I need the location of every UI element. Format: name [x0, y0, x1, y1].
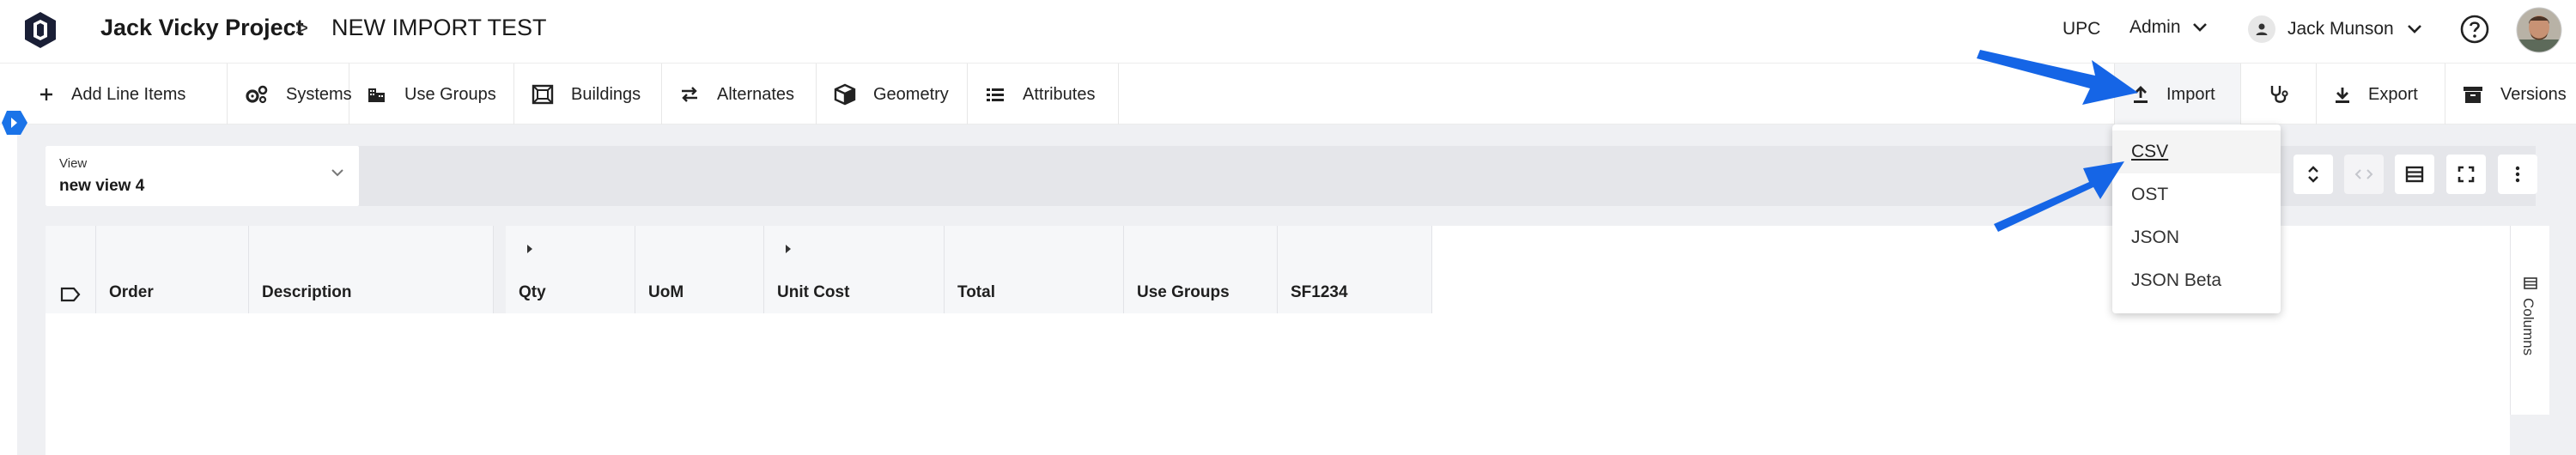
import-option-json[interactable]: JSON: [2112, 216, 2281, 259]
role-dropdown[interactable]: Admin: [2129, 17, 2208, 38]
geometry-label: Geometry: [873, 84, 949, 104]
attributes-button[interactable]: Attributes: [968, 64, 1119, 125]
app-logo-icon[interactable]: [19, 9, 62, 52]
use-groups-button[interactable]: Use Groups: [349, 64, 514, 125]
unfold-icon: [2308, 166, 2318, 183]
import-label: Import: [2166, 84, 2215, 104]
view-label: View: [59, 156, 88, 171]
gears-icon: [246, 85, 268, 104]
stethoscope-icon: [2270, 86, 2288, 103]
more-vertical-icon: [2515, 166, 2520, 183]
fullscreen-icon: [2458, 166, 2475, 183]
plus-icon: [40, 88, 52, 100]
column-label-qty: Qty: [519, 283, 546, 301]
column-header-sf1234[interactable]: SF1234: [1278, 226, 1432, 313]
archive-icon: [2464, 87, 2482, 103]
download-icon: [2336, 88, 2349, 103]
export-label: Export: [2368, 84, 2418, 104]
import-button[interactable]: Import: [2114, 64, 2241, 125]
expand-caret-icon[interactable]: [527, 245, 532, 253]
buildings-button[interactable]: Buildings: [514, 64, 662, 125]
upload-icon: [2134, 86, 2148, 103]
table-rows-icon: [2405, 166, 2424, 183]
swap-icon: [682, 87, 697, 102]
chevron-down-icon: [2407, 25, 2421, 33]
column-label-total: Total: [957, 283, 995, 301]
role-label: Admin: [2129, 17, 2181, 37]
column-header-use-groups[interactable]: Use Groups: [1124, 226, 1278, 313]
stethoscope-button[interactable]: [2241, 64, 2317, 125]
fullscreen-button[interactable]: [2446, 155, 2486, 194]
column-label-order: Order: [109, 283, 154, 301]
column-label-description: Description: [262, 283, 352, 301]
import-option-ost[interactable]: OST: [2112, 173, 2281, 216]
buildings-label: Buildings: [571, 84, 641, 104]
code-icon: [2354, 169, 2373, 179]
column-header-qty[interactable]: Qty: [506, 226, 635, 313]
view-value: new view 4: [59, 177, 145, 195]
buildings-icon: [368, 88, 385, 102]
label-tag-icon: [60, 287, 81, 302]
cube-icon: [834, 83, 856, 106]
sidebar-expand-icon[interactable]: [0, 109, 29, 136]
view-selector[interactable]: View new view 4: [46, 146, 359, 206]
column-divider: [494, 226, 506, 313]
expand-rows-button[interactable]: [2293, 155, 2333, 194]
user-name: Jack Munson: [2287, 19, 2394, 39]
column-header-description[interactable]: Description: [249, 226, 494, 313]
help-icon[interactable]: [2459, 14, 2490, 45]
systems-label: Systems: [286, 84, 352, 104]
alternates-button[interactable]: Alternates: [662, 64, 817, 125]
chevron-down-icon: [2192, 23, 2207, 32]
breadcrumb-current: NEW IMPORT TEST: [331, 15, 547, 40]
column-label-sf1234: SF1234: [1291, 283, 1348, 301]
toolbar: Add Line Items Systems Use Groups Buildi…: [0, 63, 2576, 125]
alternates-label: Alternates: [717, 84, 795, 104]
expand-caret-icon[interactable]: [786, 245, 791, 253]
geometry-button[interactable]: Geometry: [817, 64, 968, 125]
versions-label: Versions: [2500, 84, 2567, 104]
chevron-down-icon: [331, 169, 343, 177]
breadcrumb-project[interactable]: Jack Vicky Project: [100, 15, 304, 41]
columns-icon: [2524, 277, 2537, 289]
import-option-json-beta[interactable]: JSON Beta: [2112, 259, 2281, 302]
import-option-csv[interactable]: CSV: [2112, 130, 2281, 173]
app-header: Jack Vicky Project > NEW IMPORT TEST UPC…: [0, 0, 2576, 60]
list-icon: [987, 88, 1004, 101]
columns-label: Columns: [2520, 298, 2537, 356]
column-header-total[interactable]: Total: [945, 226, 1124, 313]
avatar[interactable]: [2516, 7, 2562, 53]
use-groups-label: Use Groups: [404, 84, 496, 104]
export-button[interactable]: Export: [2317, 64, 2445, 125]
column-label-uom: UoM: [648, 283, 684, 301]
attributes-label: Attributes: [1023, 84, 1096, 104]
floorplan-icon: [532, 84, 554, 105]
column-header-label[interactable]: [46, 226, 96, 313]
add-line-items-button[interactable]: Add Line Items: [21, 64, 228, 125]
column-header-unit-cost[interactable]: Unit Cost: [764, 226, 945, 313]
column-header-order[interactable]: Order: [96, 226, 249, 313]
upc-label[interactable]: UPC: [2063, 19, 2100, 39]
density-button[interactable]: [2395, 155, 2434, 194]
breadcrumb-separator: >: [295, 15, 309, 40]
column-header-uom[interactable]: UoM: [635, 226, 764, 313]
versions-button[interactable]: Versions: [2445, 64, 2576, 125]
add-line-items-label: Add Line Items: [71, 84, 186, 104]
systems-button[interactable]: Systems: [228, 64, 352, 125]
user-icon: [2248, 15, 2275, 43]
column-label-use-groups: Use Groups: [1137, 283, 1230, 301]
columns-side-panel-tab[interactable]: Columns: [2510, 226, 2549, 415]
user-menu[interactable]: Jack Munson: [2248, 15, 2423, 43]
more-options-button[interactable]: [2498, 155, 2537, 194]
code-view-button[interactable]: [2344, 155, 2384, 194]
import-format-menu: CSV OST JSON JSON Beta: [2112, 124, 2281, 313]
column-label-unit-cost: Unit Cost: [777, 283, 850, 301]
